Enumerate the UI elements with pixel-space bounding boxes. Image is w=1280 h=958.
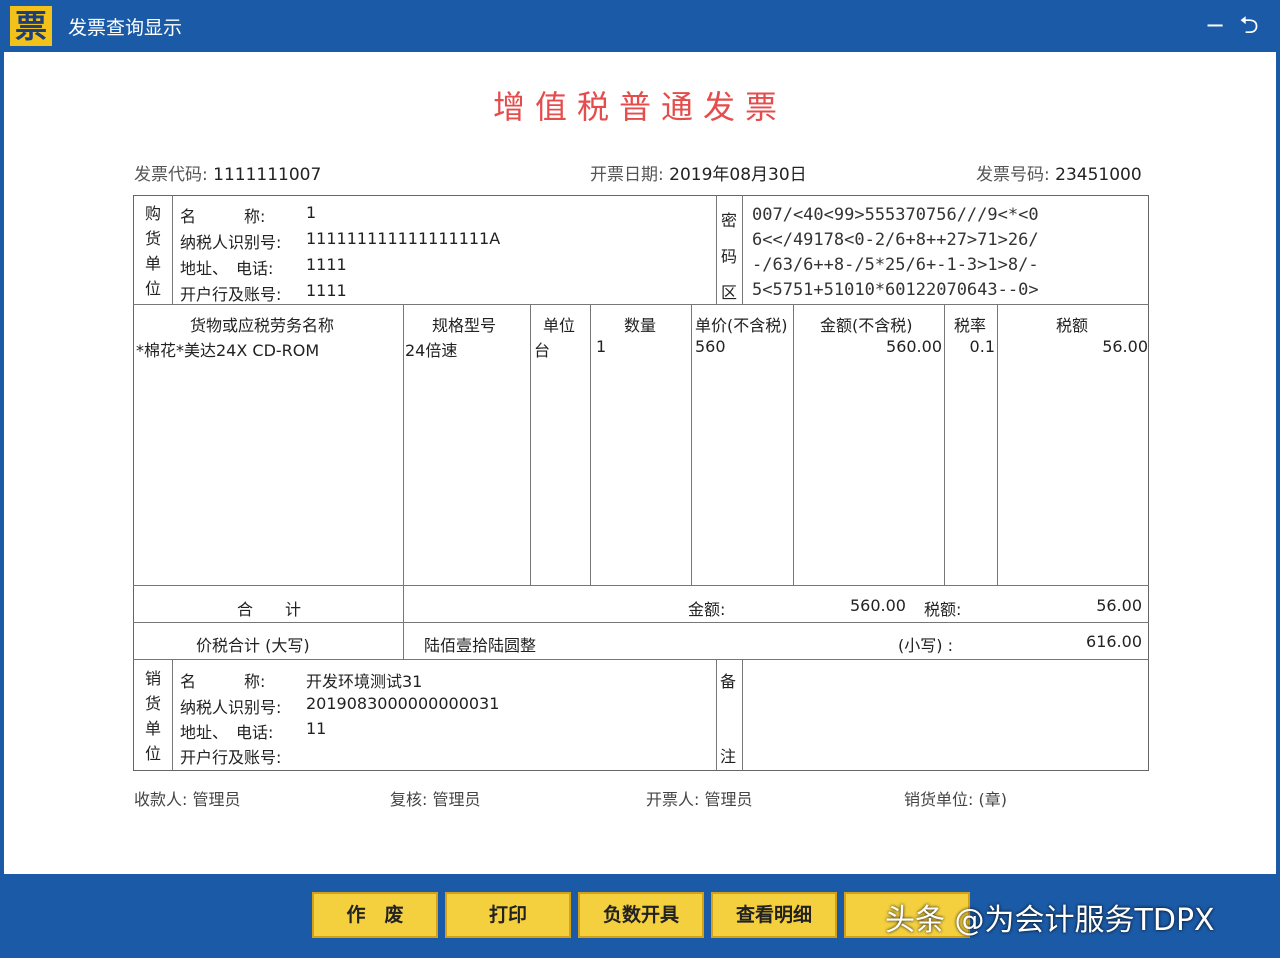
back-icon[interactable]: ⮌: [1234, 10, 1264, 40]
header-spec: 规格型号: [432, 316, 497, 335]
seller-addr-label: 地址、 电话:: [180, 723, 274, 742]
void-button[interactable]: 作 废: [312, 892, 438, 938]
buyer-name: 1: [306, 203, 317, 222]
item-rate: 0.1: [969, 337, 995, 356]
divider-total: [133, 622, 1149, 623]
item-price: 560: [695, 337, 726, 356]
seller-tax-id: 2019083000000000031: [306, 694, 500, 713]
issuer: 开票人: 管理员: [646, 790, 753, 809]
item-spec: 24倍速: [405, 341, 458, 360]
invoice-app-icon: 票: [10, 6, 52, 46]
buyer-side-char: 位: [144, 279, 161, 298]
item-name: *棉花*美达24X CD-ROM: [136, 341, 320, 360]
cipher-side-char: 密: [720, 211, 737, 230]
header-qty: 数量: [624, 316, 657, 335]
window-title: 发票查询显示: [68, 17, 183, 39]
seller-addr: 11: [306, 719, 327, 738]
seller-side-char: 位: [144, 744, 161, 763]
remark-label-top: 备: [720, 672, 737, 691]
cipher-line: -/63/6++8-/5*25/6+-1-3>1>8/-: [752, 255, 1039, 275]
buyer-tax-id: 111111111111111111A: [306, 229, 501, 248]
invoice-number-value: 23451000: [1055, 165, 1142, 185]
invoice-date-value: 2019年08月30日: [669, 165, 807, 185]
seller-side-char: 货: [144, 694, 161, 713]
buyer-side-char: 购: [144, 204, 161, 223]
header-tax: 税额: [1056, 316, 1089, 335]
invoice-code-label: 发票代码:: [134, 165, 208, 185]
seller-bank-label: 开户行及账号:: [180, 748, 282, 767]
seller-side-label: 销 货 单 位: [143, 666, 163, 766]
seller-side-divider: [172, 659, 173, 771]
buyer-bank: 1111: [306, 281, 347, 300]
total-amount-label: 金额:: [688, 600, 726, 619]
cipher-side-char: 码: [720, 247, 737, 266]
item-unit: 台: [534, 341, 551, 360]
item-amount: 560.00: [886, 337, 942, 356]
total-label: 合 计: [237, 600, 302, 619]
col-divider: [691, 304, 692, 585]
buyer-addr-label: 地址、 电话:: [180, 259, 274, 278]
invoice-date-label: 开票日期:: [590, 165, 664, 185]
negative-invoice-button[interactable]: 负数开具: [578, 892, 704, 938]
total-tax-label: 税额:: [924, 600, 962, 619]
buyer-addr: 1111: [306, 255, 347, 274]
buyer-bank-label: 开户行及账号:: [180, 285, 282, 304]
payee: 收款人: 管理员: [134, 790, 241, 809]
remark-field[interactable]: [744, 660, 1147, 769]
header-item-name: 货物或应税劳务名称: [190, 316, 335, 335]
grand-label: 价税合计 (大写): [196, 636, 310, 655]
minimize-icon[interactable]: −: [1200, 10, 1230, 40]
buyer-tax-label: 纳税人识别号:: [180, 233, 282, 252]
grand-total: 616.00: [1086, 632, 1142, 651]
print-button[interactable]: 打印: [445, 892, 571, 938]
buyer-name-label: 名 称:: [180, 207, 266, 226]
cipher-area: 007/<40<99>555370756///9<*<0 6<</49178<0-…: [752, 203, 1039, 303]
invoice-code: 发票代码: 1111111007: [134, 160, 321, 185]
invoice-number: 发票号码: 23451000: [976, 160, 1142, 185]
seller-name-label: 名 称:: [180, 672, 266, 691]
title-bar: [0, 0, 1280, 52]
buyer-side-char: 单: [144, 254, 161, 273]
header-unit: 单位: [543, 316, 576, 335]
remark-label-bottom: 注: [720, 747, 737, 766]
seller-stamp: 销货单位: (章): [904, 790, 1007, 809]
seller-name: 开发环境测试31: [306, 672, 423, 691]
seller-side-char: 单: [144, 719, 161, 738]
invoice-title: 增值税普通发票: [492, 88, 787, 126]
header-price: 单价(不含税): [695, 316, 788, 335]
reviewer: 复核: 管理员: [390, 790, 481, 809]
buyer-side-divider: [172, 195, 173, 304]
view-details-button[interactable]: 查看明细: [711, 892, 837, 938]
cipher-divider-left: [716, 195, 717, 304]
grand-small-label: (小写) :: [898, 636, 953, 655]
item-qty: 1: [596, 337, 607, 356]
col-divider: [590, 304, 591, 585]
invoice-code-value: 1111111007: [213, 165, 322, 185]
header-rate: 税率: [954, 316, 987, 335]
total-amount: 560.00: [850, 596, 906, 615]
invoice-date: 开票日期: 2019年08月30日: [590, 160, 807, 185]
cipher-side-label: 密 码 区: [719, 203, 739, 311]
seller-tax-label: 纳税人识别号:: [180, 698, 282, 717]
buyer-side-label: 购 货 单 位: [143, 201, 163, 301]
total-tax: 56.00: [1096, 596, 1142, 615]
remark-divider-right: [742, 659, 743, 771]
grand-words: 陆佰壹拾陆圆整: [424, 636, 537, 655]
watermark-text: 头条 @为会计服务TDPX: [885, 903, 1215, 938]
cipher-line: 5<5751+51010*60122070643--0>: [752, 280, 1039, 300]
remark-divider-left: [716, 659, 717, 771]
invoice-number-label: 发票号码:: [976, 165, 1050, 185]
cipher-divider-right: [742, 195, 743, 304]
header-amount: 金额(不含税): [820, 316, 913, 335]
item-tax: 56.00: [1102, 337, 1148, 356]
buyer-side-char: 货: [144, 229, 161, 248]
col-divider: [403, 304, 404, 659]
cipher-line: 6<</49178<0-2/6+8++27>71>26/: [752, 230, 1039, 250]
cipher-line: 007/<40<99>555370756///9<*<0: [752, 205, 1039, 225]
seller-side-char: 销: [144, 669, 161, 688]
divider-items: [133, 585, 1149, 586]
col-divider: [530, 304, 531, 585]
cipher-side-char: 区: [720, 283, 737, 302]
